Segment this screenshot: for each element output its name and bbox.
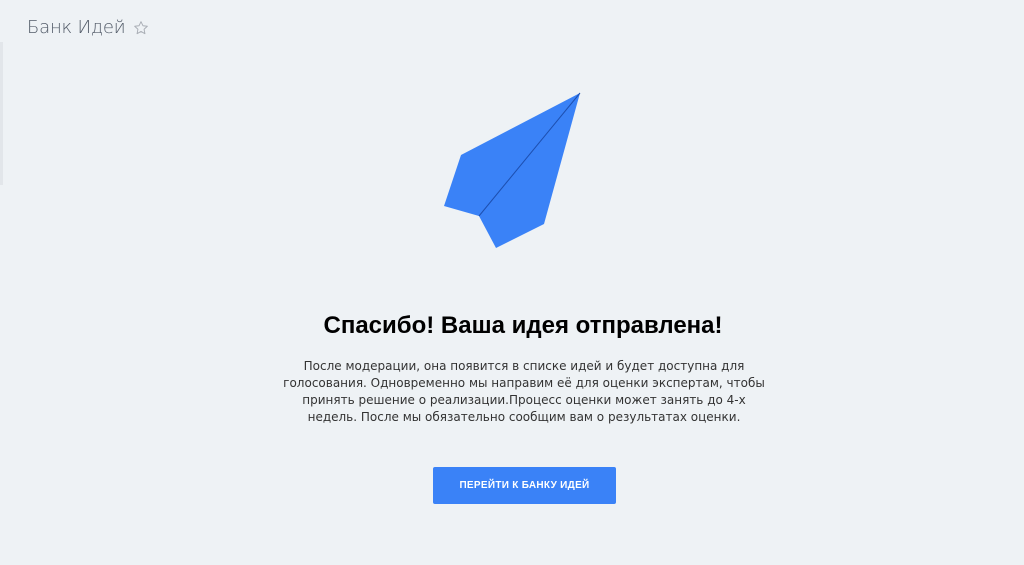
star-icon[interactable] bbox=[133, 20, 149, 36]
success-description: После модерации, она появится в списке и… bbox=[283, 359, 765, 424]
left-scroll-edge bbox=[0, 42, 3, 185]
paper-plane-icon bbox=[444, 92, 581, 248]
page-header: Банк Идей bbox=[27, 17, 149, 38]
page: Банк Идей Спасибо! Ваша идея отправлена!… bbox=[0, 0, 1024, 565]
page-title: Банк Идей bbox=[27, 17, 126, 38]
go-to-idea-bank-button[interactable]: ПЕРЕЙТИ К БАНКУ ИДЕЙ bbox=[433, 467, 616, 504]
success-heading: Спасибо! Ваша идея отправлена! bbox=[323, 312, 723, 339]
